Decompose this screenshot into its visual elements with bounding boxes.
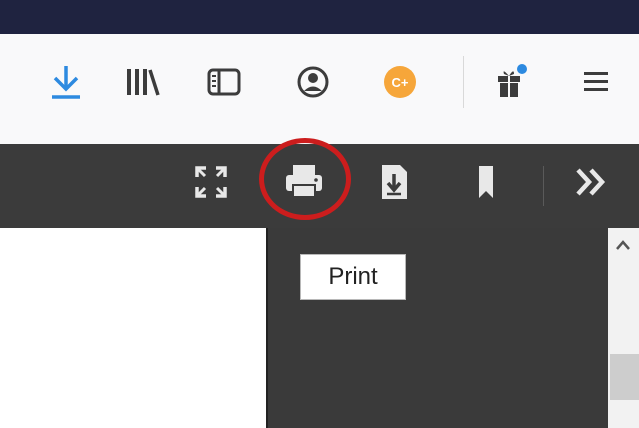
sidebar-icon[interactable]	[204, 62, 244, 102]
save-icon[interactable]	[372, 160, 416, 204]
more-tools-icon[interactable]	[570, 160, 614, 204]
tooltip-text: Print	[328, 263, 378, 290]
window-titlebar	[0, 0, 639, 34]
download-icon[interactable]	[46, 62, 86, 102]
whats-new-icon[interactable]	[490, 62, 530, 102]
pdf-toolbar-separator	[543, 166, 544, 206]
extension-icon[interactable]: C+	[380, 62, 420, 102]
print-tooltip: Print	[300, 254, 406, 300]
bookmark-icon[interactable]	[464, 160, 508, 204]
print-highlight-circle	[259, 138, 351, 220]
account-icon[interactable]	[293, 62, 333, 102]
menu-icon[interactable]	[576, 62, 616, 102]
extension-badge-text: C+	[392, 75, 409, 90]
presentation-mode-icon[interactable]	[189, 160, 233, 204]
toolbar-separator	[463, 56, 464, 108]
library-icon[interactable]	[122, 62, 162, 102]
scroll-up-arrow-icon[interactable]	[614, 236, 632, 254]
scrollbar-thumb[interactable]	[610, 354, 639, 400]
document-page	[0, 228, 266, 428]
